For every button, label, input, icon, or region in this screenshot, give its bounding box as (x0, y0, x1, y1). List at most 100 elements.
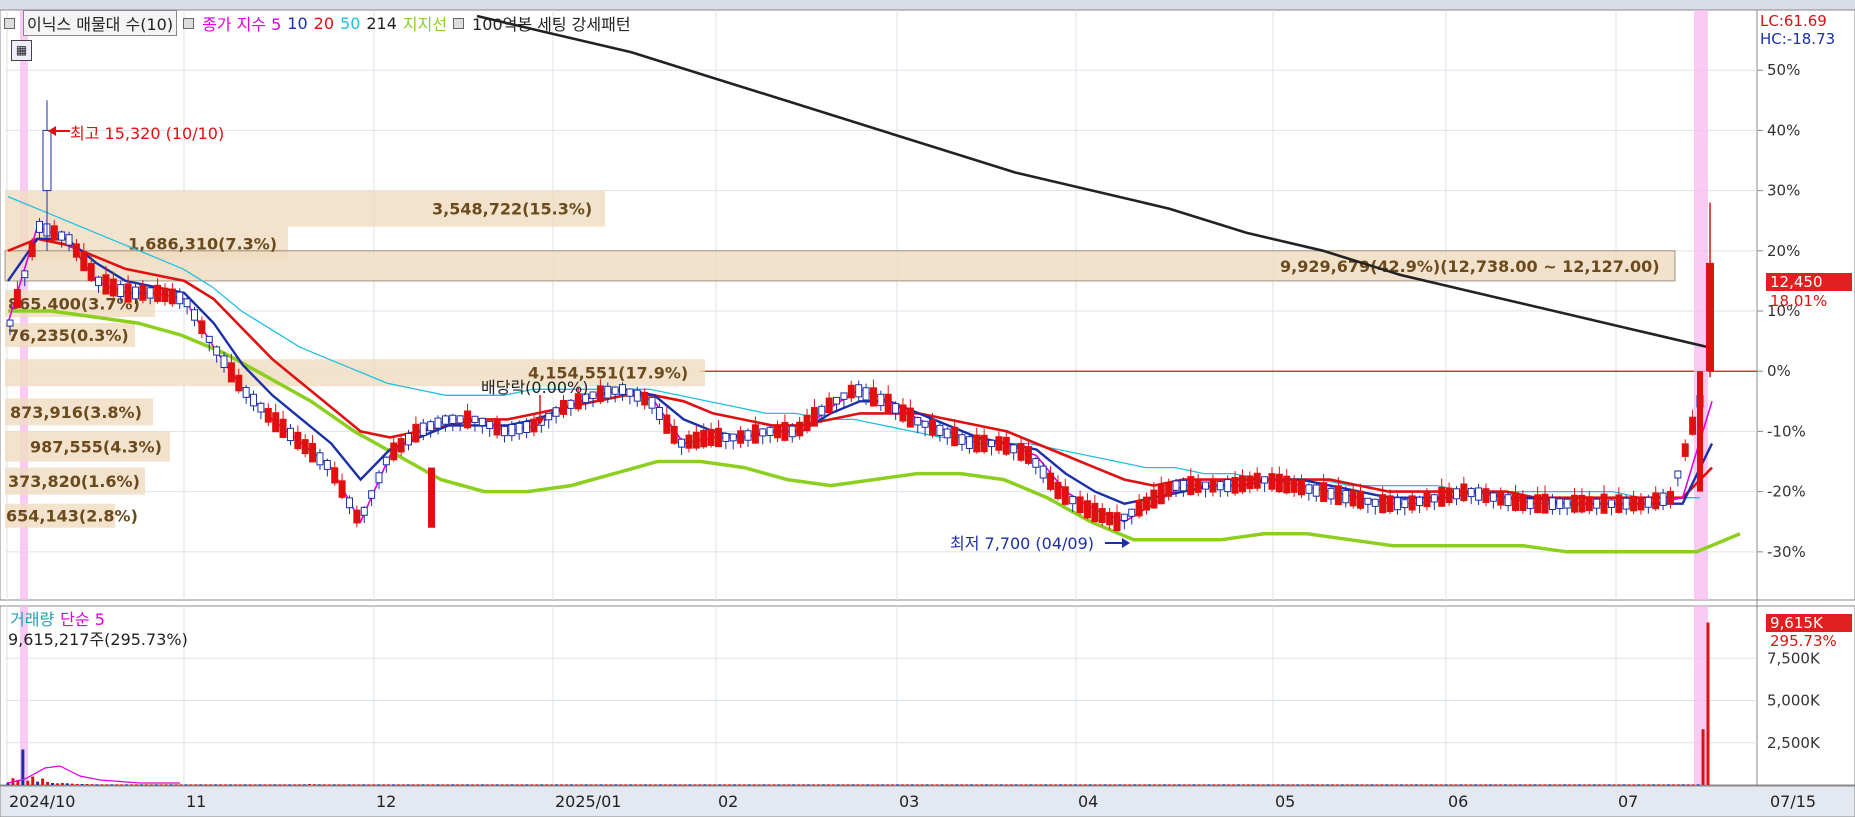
volume-bar (678, 784, 682, 786)
candle-body (456, 415, 464, 424)
ma-toggle-icon[interactable] (183, 17, 195, 29)
volume-bar (550, 784, 554, 786)
volume-bar (426, 784, 430, 786)
volume-bar (886, 784, 890, 786)
ma10-label: 10 (287, 13, 308, 33)
calculator-icon[interactable]: ▦ (11, 40, 32, 61)
candle-body (1548, 497, 1556, 510)
volume-bar (391, 784, 395, 786)
volume-bar (367, 784, 371, 786)
candle-body (1253, 472, 1261, 489)
volume-bar (861, 784, 865, 786)
candle-body (1666, 490, 1674, 505)
candle-body (1556, 498, 1564, 509)
volume-bar (1419, 784, 1423, 786)
volume-bar (559, 784, 563, 786)
candle-body (1305, 484, 1313, 494)
candle-body (1002, 436, 1010, 455)
volume-bar (495, 784, 499, 786)
candle-body (1489, 492, 1497, 502)
pattern-label[interactable]: 100억봉 세팅 강세패턴 (472, 11, 630, 35)
volume-bar (614, 784, 618, 786)
candle-body (1364, 497, 1372, 505)
candle-body (58, 231, 66, 241)
volume-bar (896, 784, 900, 786)
volume-bar (950, 784, 954, 786)
ma-label[interactable]: 종가 지수 5 (202, 11, 281, 35)
candle-body (198, 320, 206, 334)
candle-body (1622, 497, 1630, 510)
candle-body (1563, 498, 1571, 509)
volume-bar (594, 784, 598, 786)
candle-body (744, 430, 752, 441)
pattern-toggle-icon[interactable] (453, 17, 465, 29)
support-label[interactable]: 지지선 (403, 11, 447, 35)
candle-body (729, 433, 737, 442)
volume-bar (1607, 784, 1611, 786)
candle-body (648, 396, 656, 409)
volume-bar (1153, 784, 1157, 786)
volume-bar (1261, 784, 1265, 786)
volume-bar (90, 784, 94, 786)
candle-body (6, 319, 14, 327)
volume-bar (569, 784, 573, 786)
volume-bar (1167, 784, 1171, 786)
volume-bar (930, 784, 934, 786)
volume-bar (1474, 784, 1478, 786)
y-tick-label: -10% (1767, 422, 1806, 440)
volume-bar (1241, 784, 1245, 786)
volume-bar (1296, 784, 1300, 786)
x-tick-label: 11 (186, 792, 206, 811)
candle-body (899, 404, 907, 422)
indicator-title[interactable]: 이닉스 매물대 수(10) (23, 10, 178, 36)
candle-body (663, 414, 671, 434)
volume-bar (1568, 784, 1572, 786)
volume-profile-label: 373,820(1.6%) (8, 472, 140, 491)
volume-bar (149, 784, 153, 786)
volume-bar (1148, 784, 1152, 786)
volume-profile-label: 9,929,679(42.9%)(12,738.00 ~ 12,127.00) (1280, 257, 1660, 276)
volume-bar (382, 784, 386, 786)
volume-bar (841, 784, 845, 786)
volume-bar (1138, 784, 1142, 786)
volume-bar (624, 784, 628, 786)
volume-bar (1518, 784, 1522, 786)
candle-body (1194, 478, 1202, 493)
candle-body (869, 387, 877, 407)
candle-body (1120, 513, 1128, 521)
volume-bar (688, 784, 692, 786)
x-tick-label: 04 (1078, 792, 1098, 811)
candle-body (360, 506, 368, 516)
volume-bar (70, 783, 74, 785)
volume-bar (816, 784, 820, 786)
candle-body (168, 288, 176, 305)
volume-bar (1578, 784, 1582, 786)
candle-body (80, 251, 88, 272)
candle-body (619, 384, 627, 395)
volume-bar (999, 784, 1003, 786)
volume-bar (312, 784, 316, 786)
volume-bar (920, 784, 924, 786)
volume-bar (984, 784, 988, 786)
volume-bar (273, 784, 277, 786)
volume-bar (1464, 784, 1468, 786)
volume-bar (634, 784, 638, 786)
y-tick-label: 30% (1767, 182, 1800, 200)
volume-bar (41, 778, 45, 785)
price-chart[interactable]: 2024/10 11 12 2025/01 02 03 04 05 06 07 07/15 50% 40… (0, 0, 1855, 817)
x-tick-label: 2025/01 (555, 792, 621, 811)
volume-bar (1360, 784, 1364, 786)
volume-bar (214, 784, 218, 786)
volume-bar (500, 784, 504, 786)
candle-body (441, 415, 449, 425)
candle-body (1061, 486, 1069, 505)
legend-toggle-icon[interactable] (4, 17, 15, 29)
volume-bar (1647, 784, 1651, 786)
volume-bar (105, 784, 109, 786)
candle-body (1010, 444, 1018, 454)
volume-bar (772, 784, 776, 786)
volume-bar (555, 784, 559, 786)
candle-body (390, 442, 398, 461)
volume-bar (1088, 784, 1092, 786)
volume-bar (1083, 784, 1087, 786)
